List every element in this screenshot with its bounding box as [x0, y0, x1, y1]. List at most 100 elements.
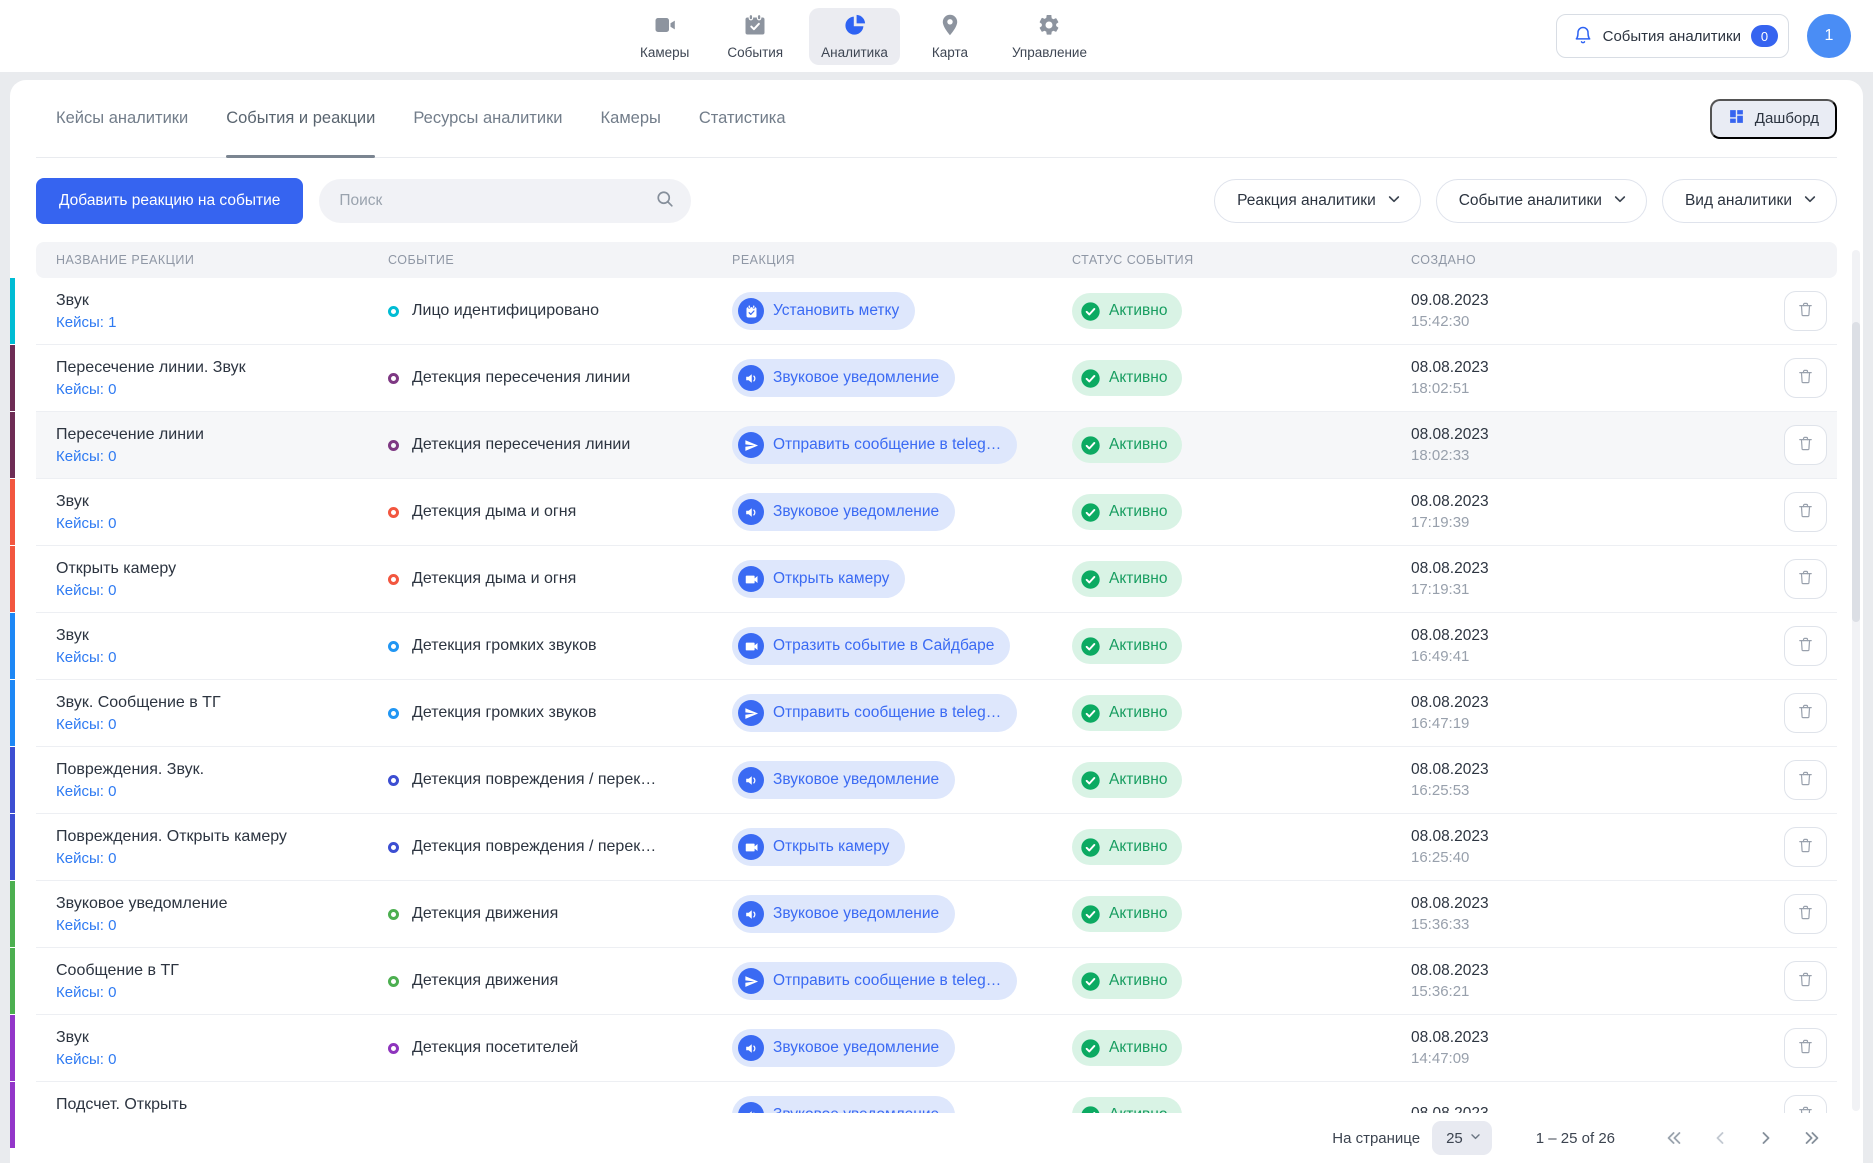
delete-button[interactable] — [1784, 1028, 1827, 1068]
delete-button[interactable] — [1784, 894, 1827, 934]
cases-link[interactable]: Кейсы: 0 — [56, 515, 378, 532]
reaction-name-cell: Звук Кейсы: 0 — [36, 1029, 378, 1068]
next-page-button[interactable] — [1755, 1127, 1777, 1149]
reaction-chip[interactable]: Отправить сообщение в teleg… — [732, 426, 1017, 464]
reaction-chip[interactable]: Звуковое уведомление — [732, 359, 955, 397]
per-page-select[interactable]: 25 — [1432, 1121, 1492, 1155]
tab-analytics-resources[interactable]: Ресурсы аналитики — [413, 80, 562, 157]
nav-item-cameras[interactable]: Камеры — [628, 8, 701, 65]
reaction-chip[interactable]: Отправить сообщение в teleg… — [732, 962, 1017, 1000]
event-ring-icon — [388, 708, 399, 719]
delete-button[interactable] — [1784, 358, 1827, 398]
scrollbar-track[interactable] — [1852, 250, 1860, 1111]
delete-button[interactable] — [1784, 827, 1827, 867]
reaction-name-cell: Звук Кейсы: 0 — [36, 627, 378, 666]
check-circle-icon — [1080, 435, 1101, 456]
reaction-name: Звук — [56, 493, 378, 511]
cases-link[interactable]: Кейсы: 1 — [56, 314, 378, 331]
status-cell: Активно — [1062, 628, 1400, 664]
reaction-cell: Отразить событие в Сайдбаре — [722, 627, 1062, 665]
reaction-chip[interactable]: Звуковое уведомление — [732, 493, 955, 531]
delete-button[interactable] — [1784, 425, 1827, 465]
cases-link[interactable]: Кейсы: 0 — [56, 381, 378, 398]
created-time: 14:47:09 — [1411, 1050, 1745, 1067]
tab-analytics-cases[interactable]: Кейсы аналитики — [56, 80, 188, 157]
event-cell: Детекция громких звуков — [378, 704, 722, 722]
nav-label: Аналитика — [821, 45, 888, 60]
reaction-chip[interactable]: Звуковое уведомление — [732, 1029, 955, 1067]
cases-link[interactable]: Кейсы: 0 — [56, 984, 378, 1001]
avatar[interactable]: 1 — [1807, 14, 1851, 58]
created-date: 08.08.2023 — [1411, 1029, 1745, 1047]
trash-icon — [1797, 971, 1814, 991]
reaction-chip[interactable]: Открыть камеру — [732, 560, 905, 598]
table-row[interactable]: Звук Кейсы: 1 Лицо идентифицировано Уста… — [36, 278, 1837, 345]
cases-link[interactable]: Кейсы: 0 — [56, 1051, 378, 1068]
table-row[interactable]: Звуковое уведомление Кейсы: 0 Детекция д… — [36, 881, 1837, 948]
reaction-chip-icon — [738, 566, 764, 592]
reaction-name: Пересечение линии — [56, 426, 378, 444]
reaction-chip-label: Звуковое уведомление — [773, 369, 939, 387]
cases-link[interactable]: Кейсы: 0 — [56, 582, 378, 599]
table-row[interactable]: Открыть камеру Кейсы: 0 Детекция дыма и … — [36, 546, 1837, 613]
last-page-button[interactable] — [1801, 1127, 1823, 1149]
cases-link[interactable]: Кейсы: 0 — [56, 448, 378, 465]
created-time: 17:19:39 — [1411, 514, 1745, 531]
analytics-events-button[interactable]: События аналитики 0 — [1556, 14, 1789, 58]
check-circle-icon — [1080, 837, 1101, 858]
nav-item-management[interactable]: Управление — [1000, 8, 1099, 65]
search-input[interactable] — [339, 192, 655, 210]
cases-link[interactable]: Кейсы: 0 — [56, 917, 378, 934]
nav-item-events[interactable]: События — [715, 8, 795, 65]
delete-button[interactable] — [1784, 693, 1827, 733]
filter-reaction-type[interactable]: Реакция аналитики — [1214, 179, 1421, 223]
first-page-button[interactable] — [1663, 1127, 1685, 1149]
cases-link[interactable]: Кейсы: 0 — [56, 783, 378, 800]
delete-button[interactable] — [1784, 760, 1827, 800]
table-row[interactable]: Звук Кейсы: 0 Детекция посетителей Звуко… — [36, 1015, 1837, 1082]
nav-item-map[interactable]: Карта — [914, 8, 986, 65]
filters: Реакция аналитики Событие аналитики Вид … — [1214, 179, 1837, 223]
table-row[interactable]: Сообщение в ТГ Кейсы: 0 Детекция движени… — [36, 948, 1837, 1015]
check-circle-icon — [1080, 368, 1101, 389]
nav-item-analytics[interactable]: Аналитика — [809, 8, 900, 65]
dashboard-button[interactable]: Дашборд — [1710, 99, 1837, 139]
tab-statistics[interactable]: Статистика — [699, 80, 786, 157]
table-row[interactable]: Повреждения. Открыть камеру Кейсы: 0 Дет… — [36, 814, 1837, 881]
cases-link[interactable]: Кейсы: 0 — [56, 716, 378, 733]
add-reaction-button[interactable]: Добавить реакцию на событие — [36, 178, 303, 224]
nav-label: Управление — [1012, 45, 1087, 60]
filter-event-type[interactable]: Событие аналитики — [1436, 179, 1647, 223]
reaction-name: Подсчет. Открыть — [56, 1096, 378, 1114]
tab-cameras[interactable]: Камеры — [601, 80, 661, 157]
event-cell: Детекция повреждения / перек… — [378, 771, 722, 789]
delete-button[interactable] — [1784, 961, 1827, 1001]
delete-button[interactable] — [1784, 492, 1827, 532]
table-row[interactable]: Звук Кейсы: 0 Детекция громких звуков От… — [36, 613, 1837, 680]
reaction-chip[interactable]: Звуковое уведомление — [732, 761, 955, 799]
reaction-chip[interactable]: Установить метку — [732, 292, 915, 330]
reaction-chip[interactable]: Отразить событие в Сайдбаре — [732, 627, 1010, 665]
reaction-chip[interactable]: Отправить сообщение в teleg… — [732, 694, 1017, 732]
created-date: 08.08.2023 — [1411, 962, 1745, 980]
status-badge: Активно — [1072, 628, 1182, 664]
delete-button[interactable] — [1784, 626, 1827, 666]
scrollbar-thumb[interactable] — [1852, 322, 1860, 622]
delete-button[interactable] — [1784, 291, 1827, 331]
table-row[interactable]: Звук Кейсы: 0 Детекция дыма и огня Звуко… — [36, 479, 1837, 546]
previous-page-button[interactable] — [1709, 1127, 1731, 1149]
reaction-chip[interactable]: Звуковое уведомление — [732, 895, 955, 933]
cases-link[interactable]: Кейсы: 0 — [56, 850, 378, 867]
table-row[interactable]: Пересечение линии. Звук Кейсы: 0 Детекци… — [36, 345, 1837, 412]
trash-icon — [1797, 502, 1814, 522]
table-row[interactable]: Повреждения. Звук. Кейсы: 0 Детекция пов… — [36, 747, 1837, 814]
filter-label: Событие аналитики — [1459, 192, 1602, 210]
reaction-chip[interactable]: Открыть камеру — [732, 828, 905, 866]
table-row[interactable]: Звук. Сообщение в ТГ Кейсы: 0 Детекция г… — [36, 680, 1837, 747]
cases-link[interactable]: Кейсы: 0 — [56, 649, 378, 666]
table-row[interactable]: Пересечение линии Кейсы: 0 Детекция пере… — [36, 412, 1837, 479]
delete-button[interactable] — [1784, 559, 1827, 599]
reaction-cell: Звуковое уведомление — [722, 359, 1062, 397]
tab-events-and-reactions[interactable]: События и реакции — [226, 80, 375, 157]
filter-analytics-kind[interactable]: Вид аналитики — [1662, 179, 1837, 223]
